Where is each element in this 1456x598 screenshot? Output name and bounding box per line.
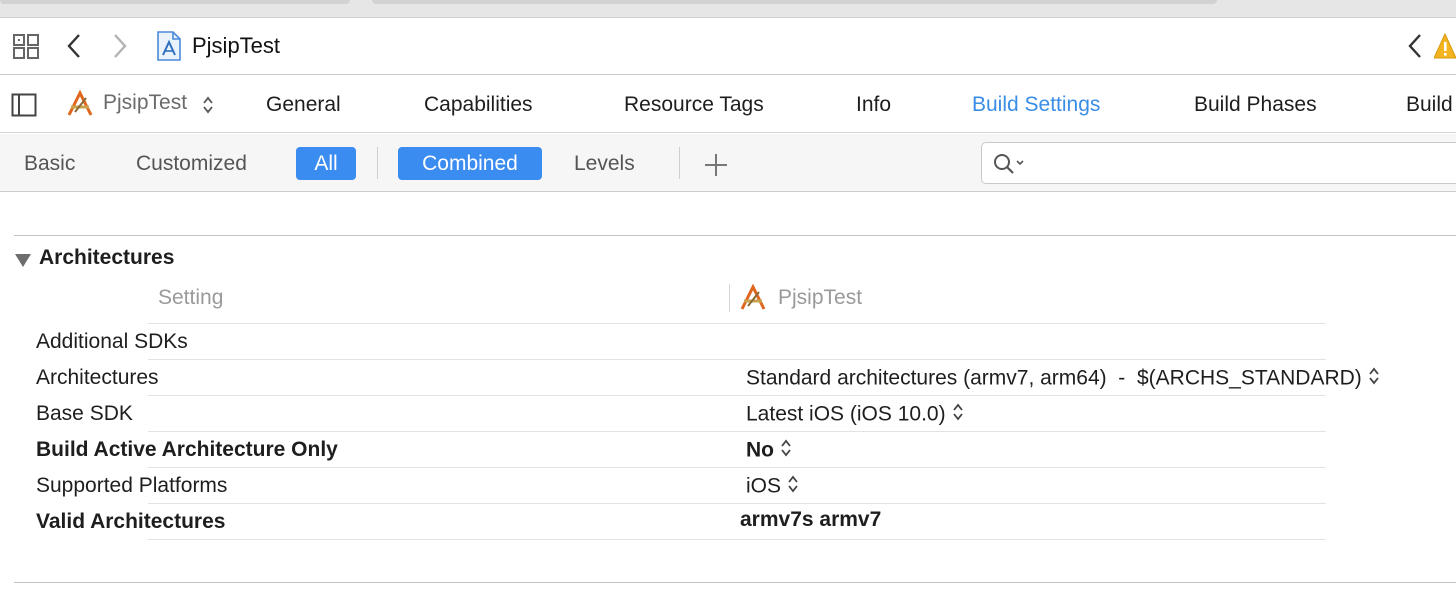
setting-additional-sdks[interactable]: Additional SDKs: [36, 330, 188, 354]
chevron-up-down-icon: [780, 438, 792, 464]
row-divider: [148, 503, 1326, 504]
divider: [679, 147, 680, 179]
setting-valid-architectures[interactable]: Valid Architectures: [36, 510, 225, 534]
scope-customized-button[interactable]: Customized: [136, 147, 247, 180]
tab-capabilities[interactable]: Capabilities: [424, 76, 533, 133]
tab-resource-tags[interactable]: Resource Tags: [624, 76, 764, 133]
row-divider: [148, 539, 1326, 540]
app-target-icon: [66, 89, 94, 124]
value-supported-platforms-text: iOS: [746, 474, 782, 498]
setting-base-sdk[interactable]: Base SDK: [36, 402, 133, 426]
chevron-up-down-icon: [787, 474, 799, 500]
column-header-setting[interactable]: Setting: [158, 286, 223, 310]
disclosure-triangle-icon[interactable]: [14, 250, 32, 274]
setting-architectures[interactable]: Architectures: [36, 366, 159, 390]
column-header-target[interactable]: PjsipTest: [778, 286, 862, 310]
search-field[interactable]: [981, 142, 1456, 184]
project-editor-tabbar: PjsipTest General Capabilities Resource …: [0, 76, 1456, 133]
view-levels-button[interactable]: Levels: [574, 147, 635, 180]
column-divider: [729, 284, 730, 312]
scope-basic-button[interactable]: Basic: [24, 147, 75, 180]
tab-build-rules[interactable]: Build: [1406, 76, 1453, 133]
warning-icon[interactable]: [1433, 32, 1456, 66]
chevron-up-down-icon: [1368, 366, 1380, 392]
row-divider: [148, 395, 1326, 396]
value-base-sdk[interactable]: Latest iOS (iOS 10.0): [746, 402, 964, 428]
chevron-up-down-icon: [202, 95, 214, 121]
search-icon: [993, 153, 1027, 181]
setting-supported-platforms[interactable]: Supported Platforms: [36, 474, 227, 498]
plus-icon[interactable]: [704, 153, 728, 183]
chevron-left-icon[interactable]: [66, 32, 82, 66]
value-supported-platforms[interactable]: iOS: [746, 474, 799, 500]
tab-build-phases[interactable]: Build Phases: [1194, 76, 1317, 133]
top-strip-segment: [372, 0, 1217, 4]
setting-build-active-architecture-only[interactable]: Build Active Architecture Only: [36, 438, 338, 462]
top-strip-segment: [0, 0, 350, 4]
value-build-active-architecture-only-text: No: [746, 438, 774, 462]
value-architectures[interactable]: Standard architectures (armv7, arm64) - …: [746, 366, 1380, 392]
tab-general[interactable]: General: [266, 76, 341, 133]
view-combined-button[interactable]: Combined: [398, 147, 542, 180]
section-title[interactable]: Architectures: [39, 246, 174, 270]
sidebar-toggle-icon[interactable]: [11, 92, 37, 124]
app-target-icon: [738, 283, 768, 318]
value-build-active-architecture-only[interactable]: No: [746, 438, 792, 464]
row-divider: [148, 467, 1326, 468]
build-settings-filter-bar: Basic Customized All Combined Levels: [0, 134, 1456, 192]
tab-build-settings[interactable]: Build Settings: [972, 76, 1100, 133]
value-architectures-text: Standard architectures (armv7, arm64) - …: [746, 366, 1362, 390]
chevron-up-down-icon: [952, 402, 964, 428]
jump-bar: PjsipTest: [0, 18, 1456, 75]
section-bottom-divider: [14, 582, 1456, 583]
project-file-icon: [156, 30, 182, 68]
divider: [377, 147, 378, 179]
value-base-sdk-text: Latest iOS (iOS 10.0): [746, 402, 946, 426]
window-top-strip: [0, 0, 1456, 18]
row-divider: [148, 431, 1326, 432]
target-name: PjsipTest: [103, 91, 188, 114]
chevron-right-icon[interactable]: [112, 32, 128, 66]
chevron-left-icon[interactable]: [1407, 32, 1423, 66]
jumpbar-file-name[interactable]: PjsipTest: [192, 33, 280, 59]
related-items-grid-icon[interactable]: [13, 33, 41, 61]
scope-all-button[interactable]: All: [296, 147, 356, 180]
section-top-divider: [14, 235, 1456, 236]
value-valid-architectures[interactable]: armv7s armv7: [740, 508, 881, 532]
tab-info[interactable]: Info: [856, 76, 891, 133]
row-divider: [148, 323, 1326, 324]
row-divider: [148, 359, 1326, 360]
